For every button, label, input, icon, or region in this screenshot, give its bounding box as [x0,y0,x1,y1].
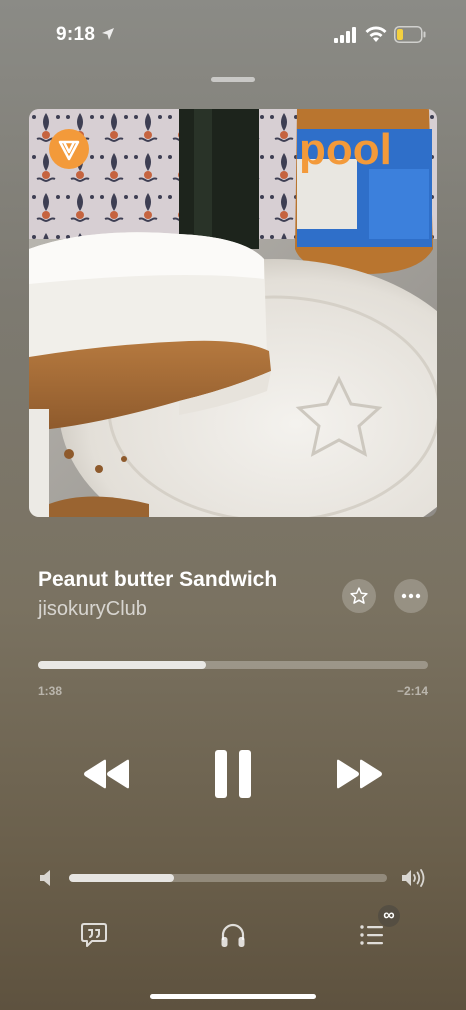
favorite-button[interactable] [342,579,376,613]
lyrics-icon[interactable] [80,921,108,949]
fast-forward-icon[interactable] [334,757,384,791]
track-title: Peanut butter Sandwich [38,568,278,591]
wifi-icon [365,26,387,42]
elapsed-time: 1:38 [38,684,63,698]
status-time: 9:18 [56,24,96,45]
album-artwork: pool [29,109,437,517]
more-icon [401,593,421,599]
rewind-icon[interactable] [82,757,132,791]
progress-fill [38,661,206,669]
progress-slider[interactable] [38,661,428,669]
airplay-headphones-icon[interactable] [219,921,247,949]
star-icon [350,587,368,604]
pause-icon[interactable] [213,750,253,798]
remaining-time: −2:14 [396,684,428,698]
more-options-button[interactable] [394,579,428,613]
home-indicator[interactable] [150,994,316,999]
queue-icon[interactable] [359,923,385,947]
infinity-icon[interactable]: ∞ [378,905,400,927]
volume-slider[interactable] [69,874,387,882]
location-arrow-icon [102,28,114,40]
artwork-logo-text: pool [299,125,392,174]
sheet-grabber[interactable] [211,77,255,82]
battery-icon [394,26,426,43]
volume-fill [69,874,174,882]
volume-high-icon [402,869,425,887]
cellular-signal-icon [334,27,356,43]
track-artist[interactable]: jisokuryClub [38,598,147,621]
volume-low-icon [40,870,50,886]
